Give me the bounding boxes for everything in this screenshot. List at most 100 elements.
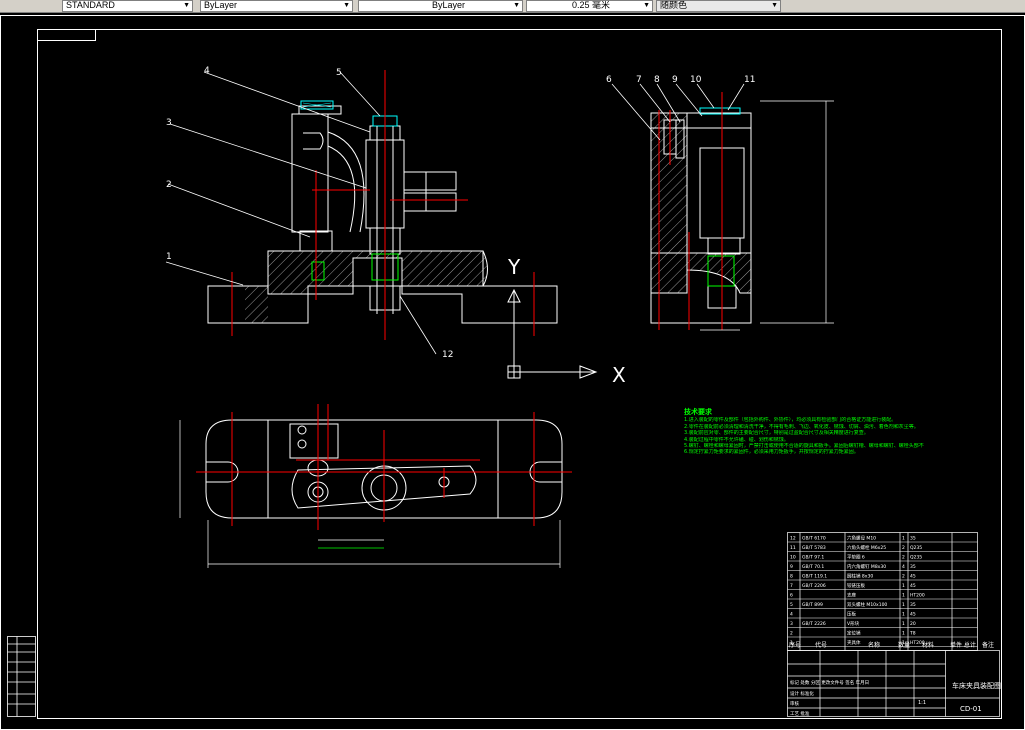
balloon-10: 10	[690, 75, 702, 85]
bom-cell-name: 内六角螺钉 M8x30	[847, 563, 886, 570]
bom-cell-no: 2	[790, 631, 793, 637]
bom-cell-mat: Q235	[910, 545, 922, 551]
tech-notes-title: 技术要求	[684, 408, 712, 416]
balloon-9: 9	[672, 75, 678, 85]
top-view[interactable]	[179, 404, 572, 568]
chevron-down-icon: ▼	[513, 2, 520, 9]
tech-note-line: 6.规定拧紧力矩要求的紧固件，必须采用力矩扳手，并按规定的拧紧力矩紧固。	[684, 449, 859, 456]
side-dimensions	[700, 100, 834, 331]
bom-cell-qty: 2	[902, 545, 905, 551]
linetype-dropdown[interactable]: ByLayer ▼	[358, 0, 523, 12]
bom-cell-name: 夹具体	[847, 639, 861, 646]
bom-cell-qty: 1	[902, 631, 905, 637]
balloon-4: 4	[204, 66, 210, 76]
drawing-number: CD-01	[960, 705, 982, 713]
bom-header-cell: 单件 总计	[950, 641, 976, 649]
bom-header-cell: 代号	[815, 641, 827, 649]
sign-row-3: 审核	[790, 700, 799, 707]
side-balloons: 6 7 8 9 10 11	[606, 75, 755, 85]
balloon-11: 11	[744, 75, 755, 85]
bom-cell-mat: 35	[910, 564, 916, 570]
balloon-1: 1	[166, 252, 172, 262]
bom-cell-name: 六角螺母 M10	[847, 535, 876, 542]
top-dimensions	[179, 420, 561, 568]
bom-cell-no: 10	[790, 555, 796, 561]
bom-header: 序号 代号 名称 数量 材料 单件 总计 备注	[789, 641, 994, 649]
bom-cell-name: 铰链压板	[847, 582, 865, 589]
sign-row-2: 设计 标准化	[790, 690, 814, 697]
bom-cell-code: GB/T 119.1	[802, 574, 827, 580]
technical-requirements: 技术要求 1.进入装配的零件及部件（包括外购件、外协件），均必须具有检验部门的合…	[684, 408, 924, 456]
balloon-6: 6	[606, 75, 612, 85]
bom-cell-no: 3	[790, 621, 793, 627]
bom-cell-no: 4	[790, 612, 793, 618]
bom-cell-code: GB/T 6170	[802, 536, 826, 542]
bom-cell-qty: 1	[902, 536, 905, 542]
bom-header-cell: 名称	[868, 641, 880, 649]
lineweight-value: 0.25 毫米	[572, 0, 611, 10]
bom-cell-mat: HT200	[910, 593, 925, 599]
bom-cell-name: 支座	[847, 592, 856, 599]
layer-dropdown[interactable]: ByLayer ▼	[200, 0, 353, 12]
layer-value: ByLayer	[204, 0, 238, 10]
fixture-base	[207, 250, 558, 324]
axis-x-label: X	[612, 363, 626, 387]
drawing-scale: 1:1	[918, 700, 926, 706]
v-block	[291, 105, 365, 252]
ucs-axis	[507, 288, 598, 379]
chevron-down-icon: ▼	[771, 2, 778, 9]
bom-cell-name: 圆柱销 8x30	[847, 573, 873, 580]
bom-cell-mat: 45	[910, 583, 916, 589]
tech-note-line: 1.进入装配的零件及部件（包括外购件、外协件），均必须具有检验部门的合格证方能进…	[684, 417, 897, 424]
axis-y-label: Y	[507, 255, 521, 279]
text-style-dropdown[interactable]: STANDARD ▼	[62, 0, 193, 12]
lineweight-dropdown[interactable]: 0.25 毫米 ▼	[526, 0, 653, 12]
bom-cell-name: 六角头螺栓 M6x25	[847, 544, 886, 551]
front-view[interactable]: Y X 1 2 3 4 5 12	[165, 66, 626, 387]
bom-cell-no: 8	[790, 574, 793, 580]
bom-cell-mat: 20	[910, 621, 916, 627]
bom-cell-mat: T8	[909, 631, 916, 637]
sign-row-4: 工艺 批准	[790, 710, 810, 717]
plotstyle-dropdown[interactable]: 随颜色 ▼	[656, 0, 781, 12]
top-centerlines	[196, 404, 572, 530]
bom-cell-qty: 1	[902, 602, 905, 608]
bom-cell-mat: 35	[910, 602, 916, 608]
bom-cell-qty: 1	[902, 593, 905, 599]
bom-header-cell: 数量	[898, 641, 910, 649]
balloon-7: 7	[636, 75, 642, 85]
bom-cell-qty: 4	[902, 564, 905, 570]
bom-cell-qty: 2	[902, 555, 905, 561]
bom-cell-code: GB/T 5783	[802, 545, 826, 551]
chevron-down-icon: ▼	[343, 2, 350, 9]
balloon-5: 5	[336, 68, 342, 78]
bom-cell-no: 7	[790, 583, 793, 589]
drawing-title: 车床夹具装配图	[952, 681, 1001, 690]
chevron-down-icon: ▼	[643, 2, 650, 9]
bom-cell-qty: 1	[902, 621, 905, 627]
left-margin-table	[7, 636, 36, 717]
balloon-3: 3	[166, 118, 172, 128]
linetype-value: ByLayer	[432, 0, 466, 10]
text-style-value: STANDARD	[66, 0, 115, 10]
bom-cell-code: GB/T 97.1	[802, 555, 824, 561]
bom-cell-qty: 2	[902, 574, 905, 580]
bom-cell-qty: 1	[902, 612, 905, 618]
bom-cell-mat: 35	[910, 536, 916, 542]
side-view[interactable]: 6 7 8 9 10 11	[606, 75, 834, 331]
bom-cell-name: 双头螺柱 M10x100	[847, 601, 887, 608]
toolbar: STANDARD ▼ ByLayer ▼ ByLayer ▼ 0.25 毫米 ▼ 随颜色…	[0, 0, 1025, 13]
chevron-down-icon: ▼	[183, 2, 190, 9]
bom-cell-code: GB/T 70.1	[802, 564, 824, 570]
bom-cell-no: 5	[790, 602, 793, 608]
bom-cell-no: 9	[790, 564, 793, 570]
bom-cell-qty: 1	[902, 583, 905, 589]
front-centerlines	[231, 70, 535, 340]
drawing-canvas[interactable]: Y X 1 2 3 4 5 1 2 6 7 8 9 10 11 12 GB/T 6…	[0, 13, 1025, 730]
bom-rows: 12 GB/T 6170 六角螺母 M10 1 3511 GB/T 5783 六角头螺栓 M…	[787, 535, 978, 647]
bom-cell-mat: 45	[910, 574, 916, 580]
plotstyle-value: 随颜色	[660, 0, 688, 10]
bom-cell-name: 压板	[847, 611, 856, 618]
balloon-2: 2	[166, 180, 172, 190]
bom-cell-no: 11	[790, 545, 796, 551]
